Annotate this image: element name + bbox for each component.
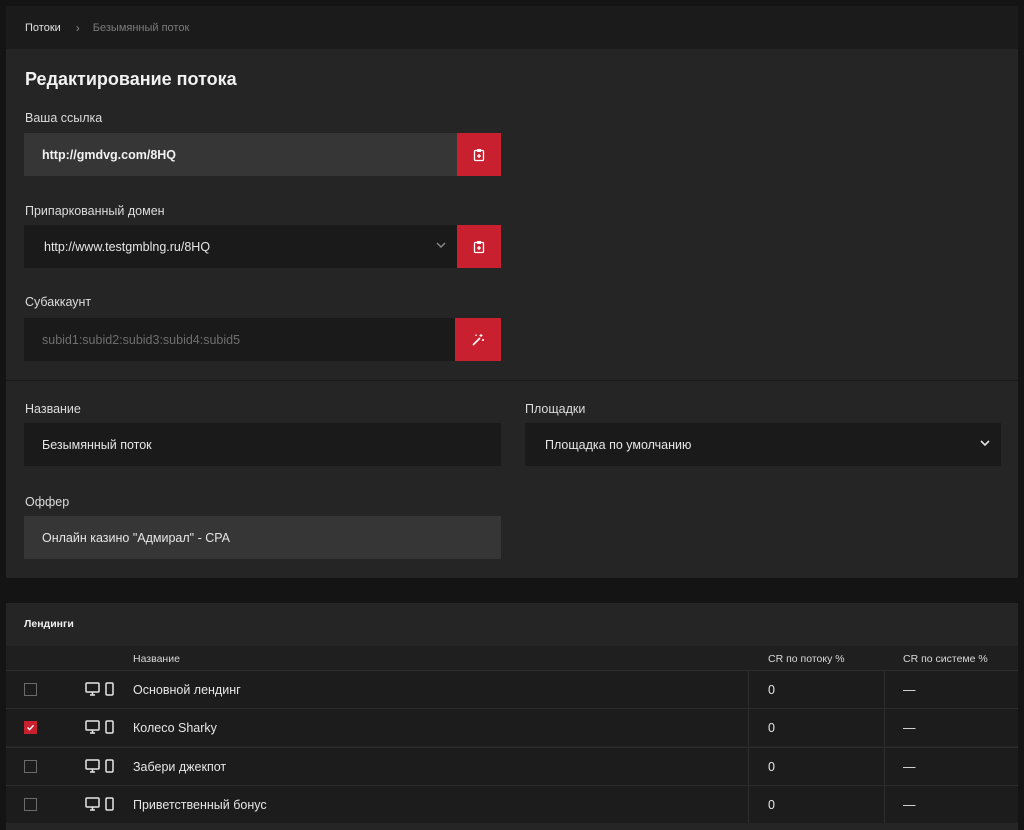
- breadcrumb-streams-link[interactable]: Потоки: [25, 22, 61, 34]
- landing-checkbox[interactable]: [24, 760, 37, 773]
- column-divider: [748, 709, 749, 746]
- landing-cr-system: —: [903, 682, 916, 697]
- landing-cr-system: —: [903, 797, 916, 812]
- landings-table-header: Название CR по потоку % CR по системе %: [6, 646, 1018, 671]
- platforms-select-value: Площадка по умолчанию: [545, 437, 692, 452]
- platforms-label: Площадки: [525, 402, 586, 416]
- offer-field[interactable]: Онлайн казино "Адмирал" - CPA: [24, 516, 501, 559]
- landing-checkbox[interactable]: [24, 683, 37, 696]
- landing-cr-system: —: [903, 759, 916, 774]
- column-divider: [884, 671, 885, 708]
- subaccount-label: Субаккаунт: [25, 295, 92, 309]
- name-label: Название: [25, 402, 81, 416]
- chevron-right-icon: ›: [75, 20, 80, 35]
- column-divider: [748, 748, 749, 785]
- stream-name-input[interactable]: Безымянный поток: [24, 423, 501, 466]
- chevron-down-icon: [980, 440, 990, 447]
- clipboard-icon: [473, 148, 485, 161]
- domain-label: Припаркованный домен: [25, 204, 165, 218]
- domain-select[interactable]: http://www.testgmblng.ru/8HQ: [24, 225, 457, 268]
- desktop-icon: [85, 759, 100, 773]
- column-cr-stream: CR по потоку %: [768, 653, 845, 665]
- landing-cr-stream: 0: [768, 682, 775, 697]
- desktop-icon: [85, 797, 100, 811]
- landing-name: Забери джекпот: [133, 759, 227, 774]
- section-divider: [6, 380, 1018, 381]
- column-divider: [884, 709, 885, 746]
- page-title: Редактирование потока: [25, 69, 237, 89]
- table-row[interactable]: Колесо Sharky 0 —: [6, 708, 1018, 746]
- checkmark-icon: [27, 724, 35, 731]
- copy-link-button[interactable]: [457, 133, 501, 176]
- chevron-down-icon: [436, 242, 446, 248]
- clipboard-icon: [473, 240, 485, 253]
- column-cr-system: CR по системе %: [903, 653, 988, 665]
- device-icons: [85, 720, 114, 734]
- link-label: Ваша ссылка: [25, 111, 103, 125]
- copy-domain-button[interactable]: [457, 225, 501, 268]
- subaccount-input[interactable]: subid1:subid2:subid3:subid4:subid5: [24, 318, 455, 361]
- column-name: Название: [133, 653, 180, 665]
- landing-checkbox[interactable]: [24, 721, 37, 734]
- mobile-icon: [105, 797, 114, 811]
- column-divider: [884, 748, 885, 785]
- landings-panel: Лендинги Название CR по потоку % CR по с…: [6, 603, 1018, 830]
- landing-name: Основной лендинг: [133, 682, 241, 697]
- mobile-icon: [105, 720, 114, 734]
- table-row[interactable]: Приветственный бонус 0 —: [6, 785, 1018, 823]
- mobile-icon: [105, 682, 114, 696]
- magic-wand-icon: [472, 333, 484, 346]
- table-row[interactable]: Основной лендинг 0 —: [6, 670, 1018, 708]
- column-divider: [748, 786, 749, 823]
- landing-cr-system: —: [903, 720, 916, 735]
- landing-name: Приветственный бонус: [133, 797, 267, 812]
- domain-select-value: http://www.testgmblng.ru/8HQ: [44, 239, 211, 254]
- column-divider: [884, 786, 885, 823]
- table-row[interactable]: Забери джекпот 0 —: [6, 747, 1018, 785]
- breadcrumb-current: Безымянный поток: [92, 21, 190, 34]
- column-divider: [748, 671, 749, 708]
- mobile-icon: [105, 759, 114, 773]
- platforms-select[interactable]: Площадка по умолчанию: [525, 423, 1001, 466]
- desktop-icon: [85, 720, 100, 734]
- offer-label: Оффер: [25, 495, 70, 509]
- landing-cr-stream: 0: [768, 759, 775, 774]
- stream-editor-panel: Редактирование потока Ваша ссылка http:/…: [6, 49, 1018, 578]
- breadcrumb: Потоки › Безымянный поток: [6, 6, 1018, 49]
- landing-cr-stream: 0: [768, 797, 775, 812]
- landing-cr-stream: 0: [768, 720, 775, 735]
- landings-title: Лендинги: [24, 618, 74, 630]
- generate-subaccount-button[interactable]: [455, 318, 501, 361]
- landing-name: Колесо Sharky: [133, 720, 217, 735]
- device-icons: [85, 682, 114, 696]
- device-icons: [85, 759, 114, 773]
- link-field[interactable]: http://gmdvg.com/8HQ: [24, 133, 457, 176]
- desktop-icon: [85, 682, 100, 696]
- device-icons: [85, 797, 114, 811]
- landing-checkbox[interactable]: [24, 798, 37, 811]
